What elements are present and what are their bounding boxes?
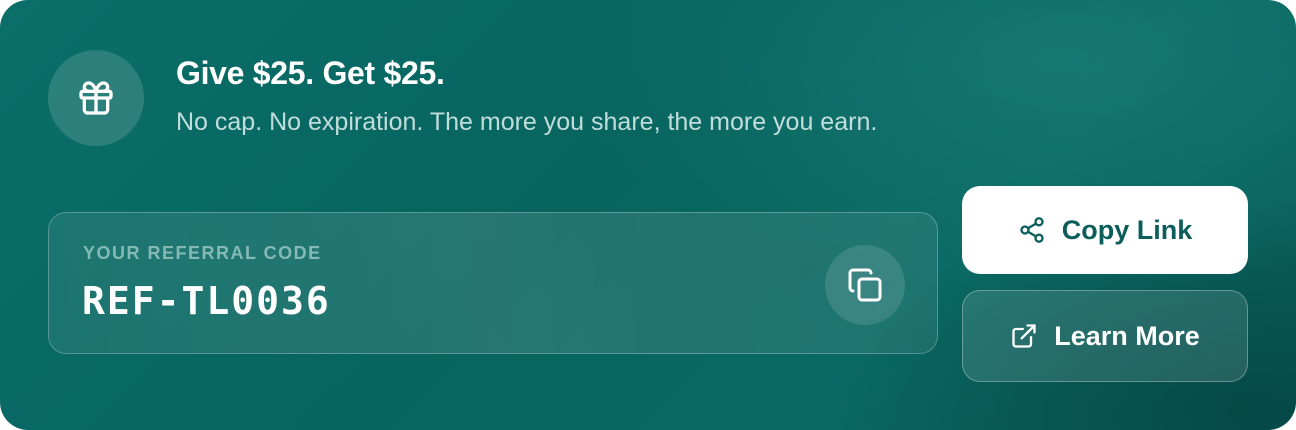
gift-badge [48,50,144,146]
referral-subtitle: No cap. No expiration. The more you shar… [176,108,878,136]
referral-title: Give $25. Get $25. [176,55,445,91]
learn-more-label: Learn More [1054,320,1200,351]
copy-code-button[interactable] [825,245,905,325]
learn-more-button[interactable]: Learn More [962,290,1248,382]
copy-link-label: Copy Link [1061,214,1193,245]
referral-code-value: REF-TL0036 [82,279,331,323]
referral-card: Give $25. Get $25. No cap. No expiration… [0,0,1296,430]
copy-icon [847,267,883,303]
referral-code-label: YOUR REFERRAL CODE [83,243,322,263]
gift-icon [76,78,116,118]
copy-link-button[interactable]: Copy Link [962,186,1248,274]
external-link-icon [1010,322,1038,350]
share-icon [1018,216,1046,244]
referral-code-box: YOUR REFERRAL CODE REF-TL0036 [48,212,938,354]
